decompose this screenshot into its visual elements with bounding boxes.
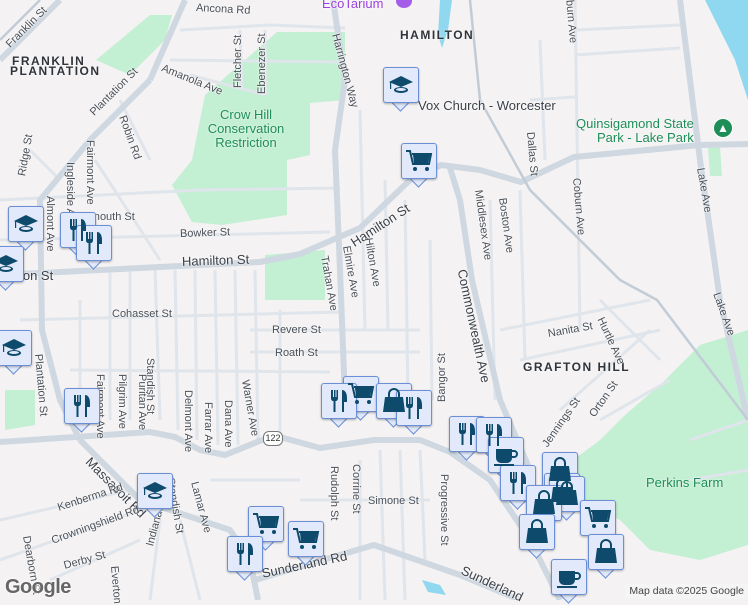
map-marker-food[interactable] xyxy=(396,390,432,436)
street-label: Ebenezer St xyxy=(256,33,268,94)
neighborhood-plantation: PLANTATION xyxy=(10,64,101,78)
street-label: Pilgrim Ave xyxy=(116,374,128,429)
shopping-bag-icon xyxy=(523,518,551,546)
park-label: Conservation xyxy=(207,121,285,136)
coffee-icon xyxy=(492,441,520,469)
restaurant-icon xyxy=(400,394,428,422)
map-marker-cart[interactable] xyxy=(401,143,437,189)
school-icon xyxy=(0,250,20,278)
map-marker-school[interactable] xyxy=(383,67,419,113)
park-quinsigamond[interactable]: Quinsigamond State Park - Lake Park xyxy=(576,117,694,145)
map-marker-bag[interactable] xyxy=(588,534,624,580)
street-label: Progressive St xyxy=(438,474,450,546)
coffee-icon xyxy=(555,563,583,591)
street-label: Almont Ave xyxy=(44,196,56,252)
park-crow-hill[interactable]: Crow Hill Conservation Restriction xyxy=(200,108,292,150)
school-icon xyxy=(12,210,40,238)
street-label: Hamilton St xyxy=(181,251,250,269)
map-marker-food[interactable] xyxy=(321,383,357,429)
street-label: Revere St xyxy=(272,324,321,336)
school-icon xyxy=(387,71,415,99)
restaurant-icon xyxy=(504,469,532,497)
map-marker-coffee[interactable] xyxy=(551,559,587,605)
map-marker-food[interactable] xyxy=(76,225,112,271)
street-label: Rudolph St xyxy=(328,466,340,521)
street-label: Farrar Ave xyxy=(202,402,214,454)
shopping-cart-icon xyxy=(584,504,612,532)
neighborhood-hamilton: HAMILTON xyxy=(400,28,475,42)
school-icon xyxy=(0,334,28,362)
street-label: Dana Ave xyxy=(222,400,234,448)
street-label: Delmont Ave xyxy=(182,390,194,453)
map-attribution[interactable]: Map data ©2025 Google xyxy=(625,584,748,598)
map-marker-school[interactable] xyxy=(0,330,32,376)
map-marker-food[interactable] xyxy=(227,536,263,582)
shopping-bag-icon xyxy=(592,538,620,566)
street-label: Corrine St xyxy=(350,464,362,514)
shopping-cart-icon xyxy=(405,147,433,175)
street-label: Bowker St xyxy=(179,226,231,240)
shopping-bag-icon xyxy=(530,489,558,517)
place-ecotarium[interactable]: EcoTarium xyxy=(322,0,383,11)
restaurant-icon xyxy=(325,387,353,415)
restaurant-icon xyxy=(68,392,96,420)
map-marker-school[interactable] xyxy=(137,473,173,519)
street-label: Bangor St xyxy=(436,353,448,402)
street-label: Puritan Ave xyxy=(136,374,148,431)
restaurant-icon xyxy=(453,420,481,448)
park-label: Park - Lake Park xyxy=(596,130,694,145)
park-perkins-farm[interactable]: Perkins Farm xyxy=(646,476,723,490)
street-label: Roath St xyxy=(275,347,318,359)
place-vox-church[interactable]: Vox Church - Worcester xyxy=(418,98,556,113)
google-logo[interactable]: Google xyxy=(5,576,71,599)
street-label: Cohasset St xyxy=(112,308,172,320)
route-122-shield: 122 xyxy=(263,431,283,446)
restaurant-icon xyxy=(231,540,259,568)
map-marker-cart[interactable] xyxy=(288,521,324,567)
street-label: Fairmont Ave xyxy=(84,140,96,205)
street-label: Fletcher St xyxy=(232,34,244,88)
tree-icon[interactable]: ▲ xyxy=(713,118,733,138)
park-label: Quinsigamond State xyxy=(576,116,694,131)
map-marker-bag[interactable] xyxy=(519,514,555,560)
map-marker-school[interactable] xyxy=(0,246,24,292)
map-marker-food[interactable] xyxy=(64,388,100,434)
street-label: Simone St xyxy=(368,495,419,507)
shopping-cart-icon xyxy=(252,510,280,538)
restaurant-icon xyxy=(80,229,108,257)
park-label: Restriction xyxy=(215,135,277,150)
school-icon xyxy=(141,477,169,505)
park-label: Crow Hill xyxy=(220,107,272,122)
shopping-cart-icon xyxy=(292,525,320,553)
